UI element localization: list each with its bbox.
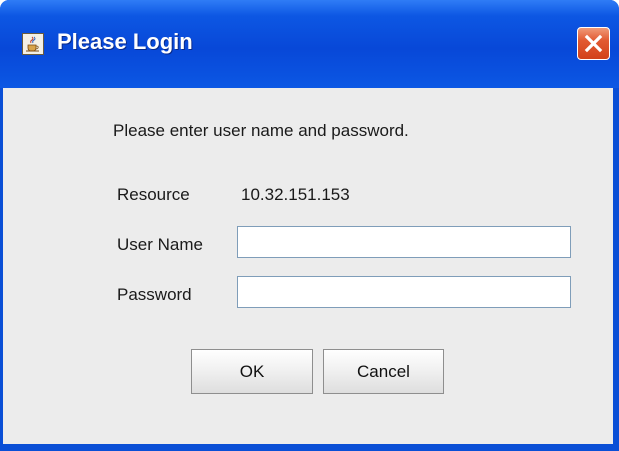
close-button[interactable] [577, 27, 610, 60]
password-label: Password [117, 285, 192, 304]
title-bar[interactable]: Please Login [0, 0, 619, 88]
ok-button[interactable]: OK [191, 349, 313, 394]
login-dialog-window: Please Login Please enter user name and … [0, 0, 619, 451]
instruction-text: Please enter user name and password. [113, 121, 409, 140]
cancel-button[interactable]: Cancel [323, 349, 444, 394]
username-field[interactable] [237, 226, 571, 258]
resource-value: 10.32.151.153 [241, 185, 350, 204]
window-frame-bottom [0, 444, 619, 451]
java-cup-icon [22, 33, 44, 55]
username-label: User Name [117, 235, 203, 254]
close-icon [584, 34, 603, 53]
password-field[interactable] [237, 276, 571, 308]
resource-label: Resource [117, 185, 190, 204]
window-title: Please Login [57, 29, 193, 54]
